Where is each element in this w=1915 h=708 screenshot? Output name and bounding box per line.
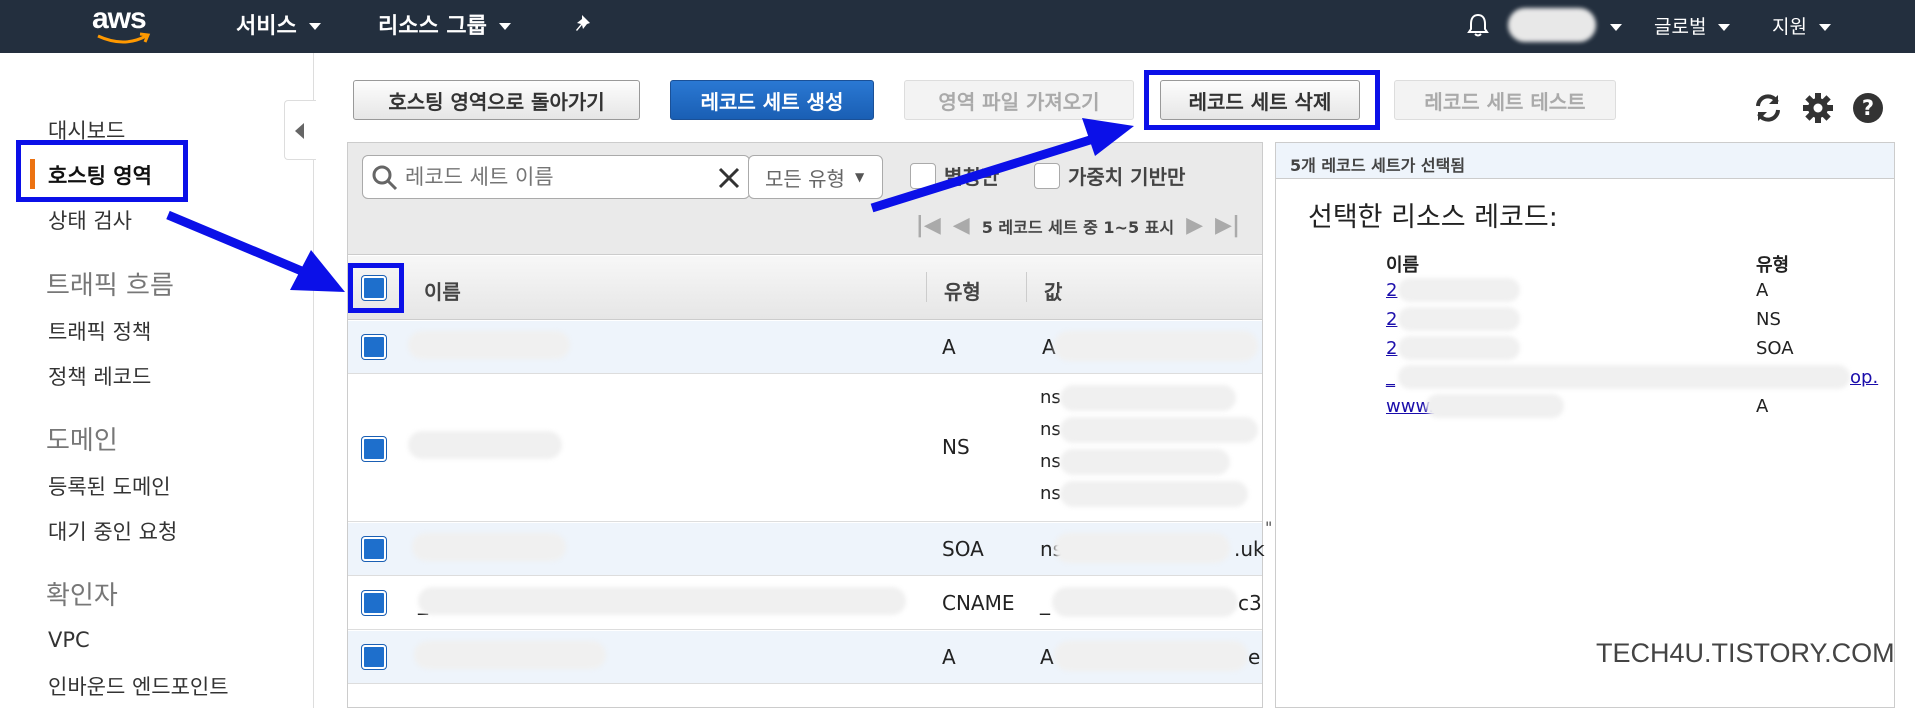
- watermark: TECH4U.TISTORY.COM: [1596, 638, 1895, 668]
- annotation-arrows: [166, 118, 1134, 292]
